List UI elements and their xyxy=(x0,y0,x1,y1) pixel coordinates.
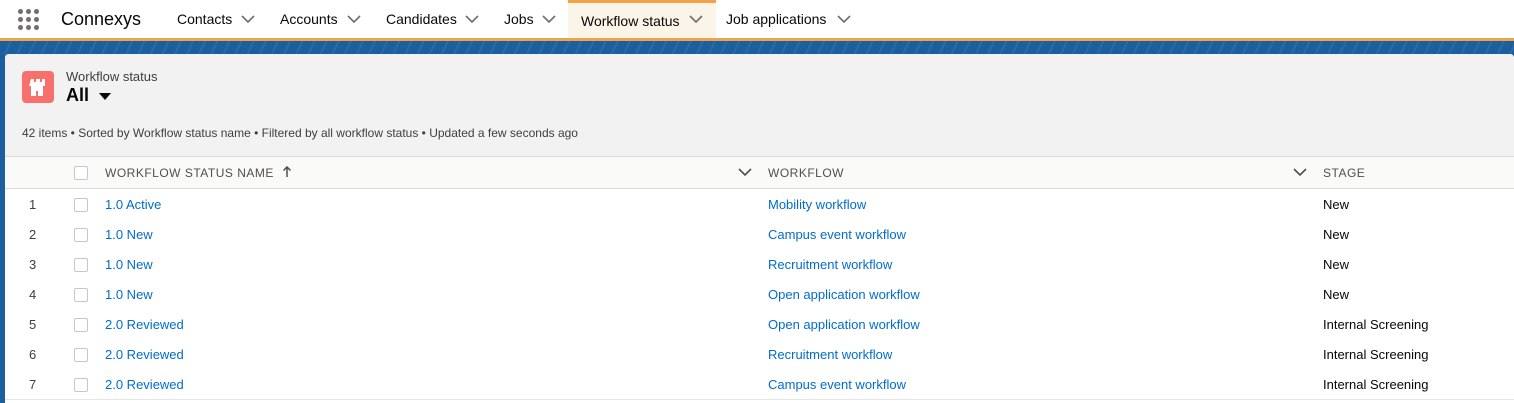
chevron-down-icon[interactable] xyxy=(241,13,255,25)
list-view-name: All xyxy=(66,85,90,105)
row-checkbox[interactable] xyxy=(74,318,88,332)
row-number: 7 xyxy=(29,377,37,392)
row-number: 3 xyxy=(29,257,37,272)
column-header-stage[interactable]: STAGE xyxy=(1323,166,1365,180)
app-name: Connexys xyxy=(61,9,142,29)
workflow-status-name-link[interactable]: 2.0 Reviewed xyxy=(105,317,184,332)
workflow-status-name-link[interactable]: 2.0 Reviewed xyxy=(105,347,184,362)
select-all-checkbox[interactable] xyxy=(74,166,88,180)
nav-tab-job-applications[interactable]: Job applications xyxy=(716,0,856,38)
row-number: 6 xyxy=(29,347,37,362)
stage-value: New xyxy=(1323,227,1350,242)
list-summary: 42 items • Sorted by Workflow status nam… xyxy=(22,126,578,140)
stage-value: New xyxy=(1323,197,1350,212)
list-header: Workflow status All 42 items • Sorted by… xyxy=(5,54,1514,157)
column-label: WORKFLOW STATUS NAME xyxy=(105,166,274,180)
workflow-link[interactable]: Mobility workflow xyxy=(768,197,866,212)
nav-tab-workflow-status[interactable]: Workflow status xyxy=(568,0,716,38)
stage-value: New xyxy=(1323,287,1350,302)
nav-tab-label: Contacts xyxy=(177,11,233,27)
tower-icon xyxy=(22,71,54,103)
column-header-workflow-status-name[interactable]: WORKFLOW STATUS NAME xyxy=(105,165,292,180)
table-row: 1 1.0 Active Mobility workflow New xyxy=(5,189,1514,220)
nav-tab-candidates[interactable]: Candidates xyxy=(376,0,493,38)
chevron-down-icon[interactable] xyxy=(837,13,851,25)
table-row: 4 1.0 New Open application workflow New xyxy=(5,279,1514,310)
chevron-down-icon[interactable] xyxy=(542,13,556,25)
column-menu-chevron-icon[interactable] xyxy=(1293,166,1307,178)
row-number: 5 xyxy=(29,317,37,332)
workflow-status-name-link[interactable]: 2.0 Reviewed xyxy=(105,377,184,392)
workflow-link[interactable]: Recruitment workflow xyxy=(768,257,892,272)
nav-tab-label: Accounts xyxy=(280,11,338,27)
object-type-label: Workflow status xyxy=(66,69,158,84)
sort-ascending-icon xyxy=(282,165,291,177)
stage-value: New xyxy=(1323,257,1350,272)
workflow-status-name-link[interactable]: 1.0 New xyxy=(105,287,153,302)
chevron-down-icon[interactable] xyxy=(347,13,361,25)
stage-value: Internal Screening xyxy=(1323,317,1429,332)
workflow-link[interactable]: Open application workflow xyxy=(768,287,920,302)
table-row: 3 1.0 New Recruitment workflow New xyxy=(5,249,1514,280)
column-header-workflow[interactable]: WORKFLOW xyxy=(768,166,844,180)
table-row: 7 2.0 Reviewed Campus event workflow Int… xyxy=(5,369,1514,400)
column-menu-chevron-icon[interactable] xyxy=(738,166,752,178)
table-row: 5 2.0 Reviewed Open application workflow… xyxy=(5,309,1514,340)
table-row: 2 1.0 New Campus event workflow New xyxy=(5,219,1514,250)
row-checkbox[interactable] xyxy=(74,348,88,362)
workflow-status-name-link[interactable]: 1.0 Active xyxy=(105,197,161,212)
row-number: 1 xyxy=(29,197,37,212)
workflow-status-name-link[interactable]: 1.0 New xyxy=(105,227,153,242)
row-number: 2 xyxy=(29,227,37,242)
nav-tab-label: Candidates xyxy=(386,11,457,27)
workflow-link[interactable]: Campus event workflow xyxy=(768,227,906,242)
top-navigation-bar: Connexys Contacts Accounts Candidates Jo… xyxy=(0,0,1514,41)
table-header: WORKFLOW STATUS NAME WORKFLOW STAGE xyxy=(5,157,1514,189)
table-row: 6 2.0 Reviewed Recruitment workflow Inte… xyxy=(5,339,1514,370)
nav-tab-accounts[interactable]: Accounts xyxy=(270,0,374,38)
row-checkbox[interactable] xyxy=(74,258,88,272)
row-checkbox[interactable] xyxy=(74,228,88,242)
workflow-link[interactable]: Campus event workflow xyxy=(768,377,906,392)
row-checkbox[interactable] xyxy=(74,198,88,212)
brand-banner xyxy=(0,41,1514,55)
row-checkbox[interactable] xyxy=(74,378,88,392)
chevron-down-icon[interactable] xyxy=(689,13,703,25)
stage-value: Internal Screening xyxy=(1323,377,1429,392)
workflow-link[interactable]: Recruitment workflow xyxy=(768,347,892,362)
workflow-link[interactable]: Open application workflow xyxy=(768,317,920,332)
nav-tab-label: Workflow status xyxy=(581,12,680,29)
app-launcher-icon[interactable] xyxy=(18,9,40,31)
nav-tab-jobs[interactable]: Jobs xyxy=(494,0,566,38)
row-checkbox[interactable] xyxy=(74,288,88,302)
row-number: 4 xyxy=(29,287,37,302)
list-view-selector[interactable]: All xyxy=(66,85,112,106)
chevron-down-icon[interactable] xyxy=(465,13,479,25)
caret-down-icon[interactable] xyxy=(99,92,112,100)
list-view-card: Workflow status All 42 items • Sorted by… xyxy=(5,54,1514,403)
nav-tab-contacts[interactable]: Contacts xyxy=(167,0,269,38)
nav-tab-label: Jobs xyxy=(504,11,534,27)
stage-value: Internal Screening xyxy=(1323,347,1429,362)
nav-tab-label: Job applications xyxy=(726,11,827,27)
workflow-status-name-link[interactable]: 1.0 New xyxy=(105,257,153,272)
